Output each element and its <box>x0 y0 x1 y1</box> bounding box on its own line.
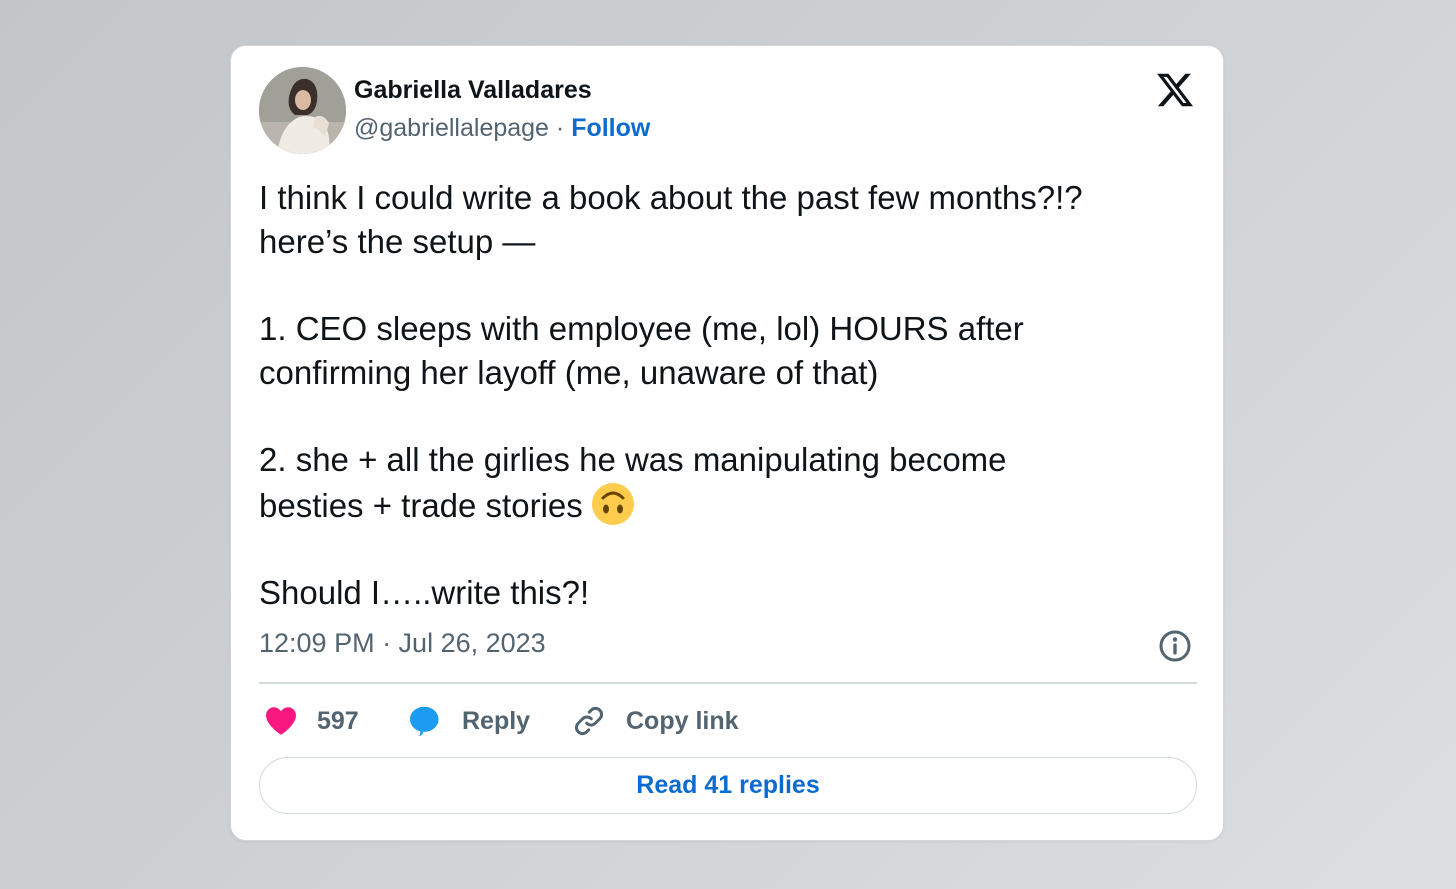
info-icon[interactable] <box>1157 628 1193 664</box>
handle-separator: · <box>548 114 572 142</box>
tweet-line: 2. she + all the girlies he was manipula… <box>259 441 1007 479</box>
link-icon <box>575 707 603 735</box>
reply-button[interactable]: Reply <box>407 701 530 741</box>
avatar-photo <box>259 67 346 154</box>
avatar[interactable] <box>259 67 346 154</box>
read-replies-button[interactable]: Read 41 replies <box>259 757 1197 814</box>
tweet-line: 1. CEO sleeps with employee (me, lol) HO… <box>259 310 1024 348</box>
tweet-line: here’s the setup — <box>259 222 536 260</box>
tweet-line: I think I could write a book about the p… <box>259 179 1083 216</box>
tweet-line: confirming her layoff (me, unaware of th… <box>259 353 879 391</box>
copy-link-button[interactable]: Copy link <box>571 701 739 741</box>
follow-button[interactable]: Follow <box>571 114 650 142</box>
tweet-timestamp[interactable]: 12:09 PM · Jul 26, 2023 <box>259 628 546 659</box>
author-display-name[interactable]: Gabriella Valladares <box>354 76 592 105</box>
tweet-line: Should I…..write this?! <box>259 574 590 612</box>
heart-icon <box>266 707 296 735</box>
like-count: 597 <box>317 706 359 735</box>
speech-bubble-icon <box>410 706 439 737</box>
copy-link-label: Copy link <box>626 706 739 735</box>
tweet-line-with-emoji: besties + trade stories <box>259 482 1199 528</box>
x-logo-icon[interactable] <box>1154 70 1196 110</box>
tweet-card: Gabriella Valladares @gabriellalepage · … <box>230 45 1224 841</box>
upside-down-face-emoji <box>591 482 634 525</box>
author-handle[interactable]: @gabriellalepage <box>354 114 549 142</box>
divider <box>259 682 1197 684</box>
author-handle-line: @gabriellalepage · Follow <box>354 114 650 143</box>
tweet-line: besties + trade stories <box>259 486 583 524</box>
reply-label: Reply <box>462 706 531 735</box>
tweet-text: I think I could write a book about the p… <box>259 176 1199 615</box>
like-button[interactable]: 597 <box>263 701 359 741</box>
